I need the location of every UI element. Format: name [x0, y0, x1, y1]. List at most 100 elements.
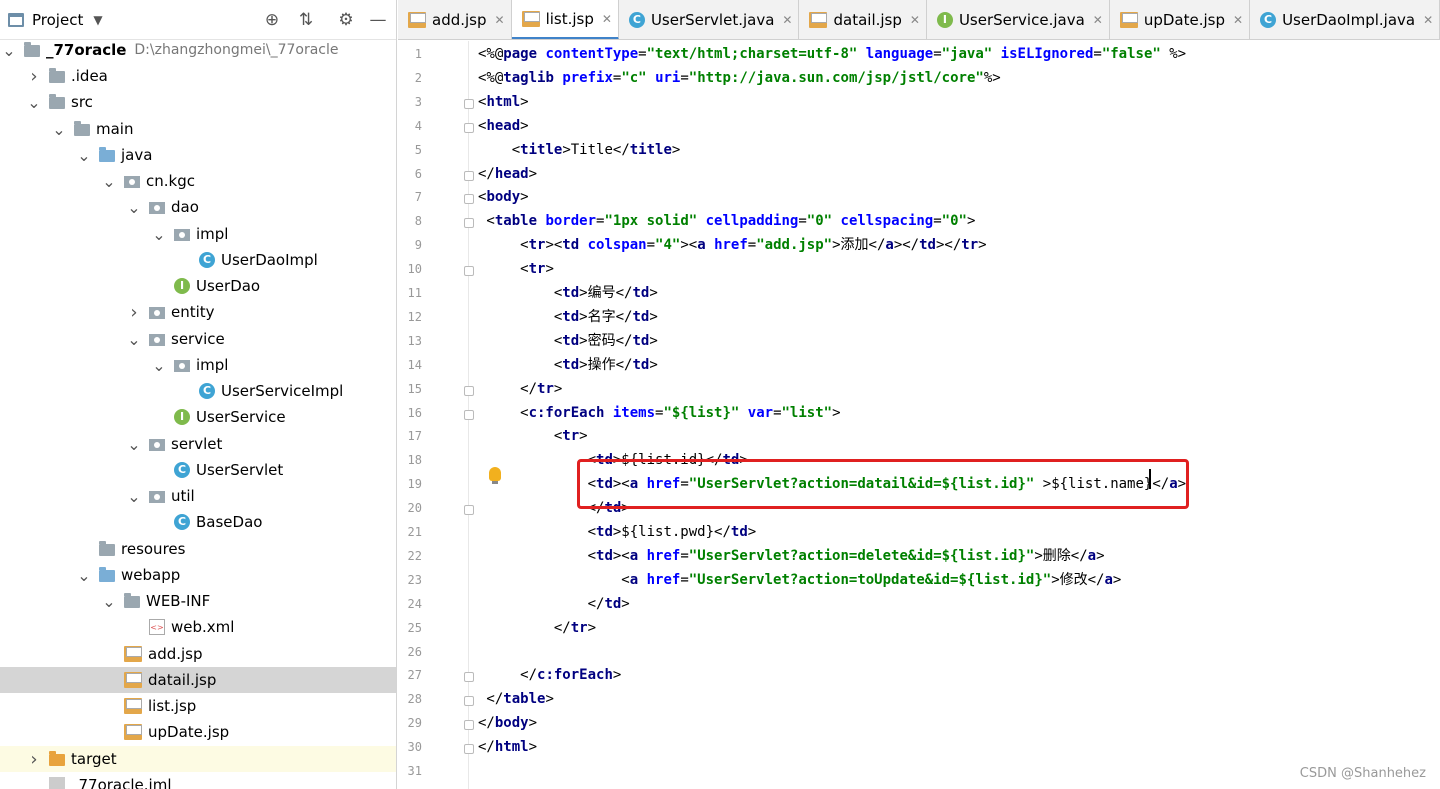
tree-item[interactable]: ›list.jsp [0, 693, 396, 719]
close-icon[interactable]: ✕ [495, 13, 505, 27]
code-line[interactable]: <td><a href="UserServlet?action=delete&i… [478, 545, 1105, 567]
code-line[interactable]: <td>编号</td> [478, 282, 658, 304]
code-line[interactable]: <td>操作</td> [478, 354, 658, 376]
tab-update-jsp[interactable]: upDate.jsp ✕ [1110, 0, 1251, 39]
tree-item[interactable]: ›CBaseDao [0, 509, 396, 535]
code-line[interactable]: </tr> [478, 617, 596, 639]
minimize-icon[interactable]: — [368, 10, 388, 30]
code-line[interactable]: <html> [478, 91, 529, 113]
code-line[interactable]: </tr> [478, 378, 562, 400]
fold-marker-icon[interactable] [464, 170, 474, 181]
chevron-right-icon[interactable]: › [27, 66, 41, 87]
tree-item[interactable]: ⌄ src [0, 89, 396, 115]
tab-datail-jsp[interactable]: datail.jsp ✕ [799, 0, 927, 39]
code-line[interactable]: </body> [478, 712, 537, 734]
tree-item[interactable]: ›upDate.jsp [0, 719, 396, 745]
close-icon[interactable]: ✕ [1093, 13, 1103, 27]
chevron-down-icon[interactable]: ⌄ [127, 435, 141, 454]
code-line[interactable]: </td> [478, 497, 630, 519]
code-line[interactable]: <head> [478, 115, 529, 137]
code-line[interactable]: </table> [478, 688, 553, 710]
close-icon[interactable]: ✕ [782, 13, 792, 27]
tree-item[interactable]: ›IUserDao [0, 273, 396, 299]
tab-userdaoimpl-java[interactable]: C UserDaoImpl.java ✕ [1250, 0, 1440, 39]
code-line[interactable]: <%@page contentType="text/html;charset=u… [478, 43, 1186, 65]
fold-marker-icon[interactable] [464, 409, 474, 420]
fold-marker-icon[interactable] [464, 672, 474, 683]
intention-bulb-icon[interactable] [489, 467, 501, 484]
tree-item[interactable]: ⌄ impl [0, 221, 396, 247]
code-line[interactable]: <tr> [478, 425, 588, 447]
tree-item[interactable]: ›CUserServlet [0, 457, 396, 483]
close-icon[interactable]: ✕ [1233, 13, 1243, 27]
chevron-down-icon[interactable]: ▼ [93, 13, 102, 27]
tree-item[interactable]: ⌄ service [0, 326, 396, 352]
code-line[interactable]: <td>${list.pwd}</td> [478, 521, 757, 543]
tab-list-jsp[interactable]: list.jsp ✕ [511, 0, 619, 39]
chevron-down-icon[interactable]: ⌄ [152, 225, 166, 244]
tree-item[interactable]: ›add.jsp [0, 641, 396, 667]
chevron-down-icon[interactable]: ⌄ [102, 172, 116, 191]
fold-marker-icon[interactable] [464, 266, 474, 277]
tab-userservlet-java[interactable]: C UserServlet.java ✕ [619, 0, 800, 39]
chevron-down-icon[interactable]: ⌄ [77, 146, 91, 165]
tree-item[interactable]: ⌄ main [0, 116, 396, 142]
chevron-down-icon[interactable]: ⌄ [102, 592, 116, 611]
tree-item[interactable]: ›datail.jsp [0, 667, 396, 693]
fold-marker-icon[interactable] [464, 744, 474, 755]
fold-marker-icon[interactable] [464, 505, 474, 516]
code-line[interactable]: <table border="1px solid" cellpadding="0… [478, 210, 975, 232]
code-line[interactable]: <td>${list.id}</td> [478, 449, 748, 471]
code-line[interactable]: <tr> [478, 258, 554, 280]
code-line[interactable]: <tr><td colspan="4"><a href="add.jsp">添加… [478, 234, 986, 256]
tree-item[interactable]: ⌄ dao [0, 194, 396, 220]
gear-icon[interactable]: ⚙ [336, 10, 356, 30]
chevron-down-icon[interactable]: ⌄ [127, 198, 141, 217]
code-line[interactable]: </html> [478, 736, 537, 758]
tree-item[interactable]: ⌄ cn.kgc [0, 168, 396, 194]
tree-item[interactable]: ⌄ WEB-INF [0, 588, 396, 614]
code-line[interactable]: <td><a href="UserServlet?action=datail&i… [478, 473, 1187, 495]
target-icon[interactable]: ⊕ [262, 10, 282, 30]
tree-item[interactable]: ⌄ util [0, 483, 396, 509]
chevron-down-icon[interactable]: ⌄ [27, 93, 41, 112]
chevron-down-icon[interactable]: ⌄ [127, 487, 141, 506]
code-line[interactable]: <td>名字</td> [478, 306, 658, 328]
code-line[interactable]: <%@taglib prefix="c" uri="http://java.su… [478, 67, 1001, 89]
code-line[interactable]: <title>Title</title> [478, 139, 681, 161]
tree-item[interactable]: › .idea [0, 63, 396, 89]
tree-item[interactable]: ›_77oracle.iml [0, 772, 396, 789]
code-line[interactable]: </td> [478, 593, 630, 615]
tree-item[interactable]: ›resoures [0, 536, 396, 562]
tab-userservice-java[interactable]: I UserService.java ✕ [927, 0, 1110, 39]
code-line[interactable]: </c:forEach> [478, 664, 621, 686]
chevron-down-icon[interactable]: ⌄ [127, 330, 141, 349]
chevron-down-icon[interactable]: ⌄ [2, 41, 16, 60]
tree-item[interactable]: ›IUserService [0, 404, 396, 430]
chevron-down-icon[interactable]: ⌄ [52, 120, 66, 139]
fold-marker-icon[interactable] [464, 194, 474, 205]
code-line[interactable]: <body> [478, 186, 529, 208]
code-editor[interactable]: 1 2 3 4 5 6 7 8 9 10 11 12 13 14 15 16 17 18 19 20 21 22 23 24 2… [398, 41, 1440, 789]
fold-marker-icon[interactable] [464, 720, 474, 731]
tree-item[interactable]: ›<>web.xml [0, 614, 396, 640]
fold-marker-icon[interactable] [464, 218, 474, 229]
tab-add-jsp[interactable]: add.jsp ✕ [398, 0, 512, 39]
code-line[interactable]: <c:forEach items="${list}" var="list"> [478, 402, 840, 424]
fold-marker-icon[interactable] [464, 98, 474, 109]
fold-marker-icon[interactable] [464, 385, 474, 396]
fold-marker-icon[interactable] [464, 122, 474, 133]
chevron-right-icon[interactable]: › [27, 749, 41, 770]
tree-item[interactable]: ›CUserServiceImpl [0, 378, 396, 404]
tree-item[interactable]: ›CUserDaoImpl [0, 247, 396, 273]
tree-item[interactable]: ⌄ java [0, 142, 396, 168]
chevron-down-icon[interactable]: ⌄ [152, 356, 166, 375]
code-line[interactable]: </head> [478, 163, 537, 185]
fold-marker-icon[interactable] [464, 696, 474, 707]
tree-item[interactable]: ⌄ _77oracle D:\zhangzhongmei\_77oracle [0, 37, 396, 63]
close-icon[interactable]: ✕ [1423, 13, 1433, 27]
code-line[interactable]: <a href="UserServlet?action=toUpdate&id=… [478, 569, 1121, 591]
project-panel-title[interactable]: Project [32, 11, 83, 29]
tree-item[interactable]: › target [0, 746, 396, 772]
collapse-icon[interactable]: ⇅ [296, 10, 316, 30]
